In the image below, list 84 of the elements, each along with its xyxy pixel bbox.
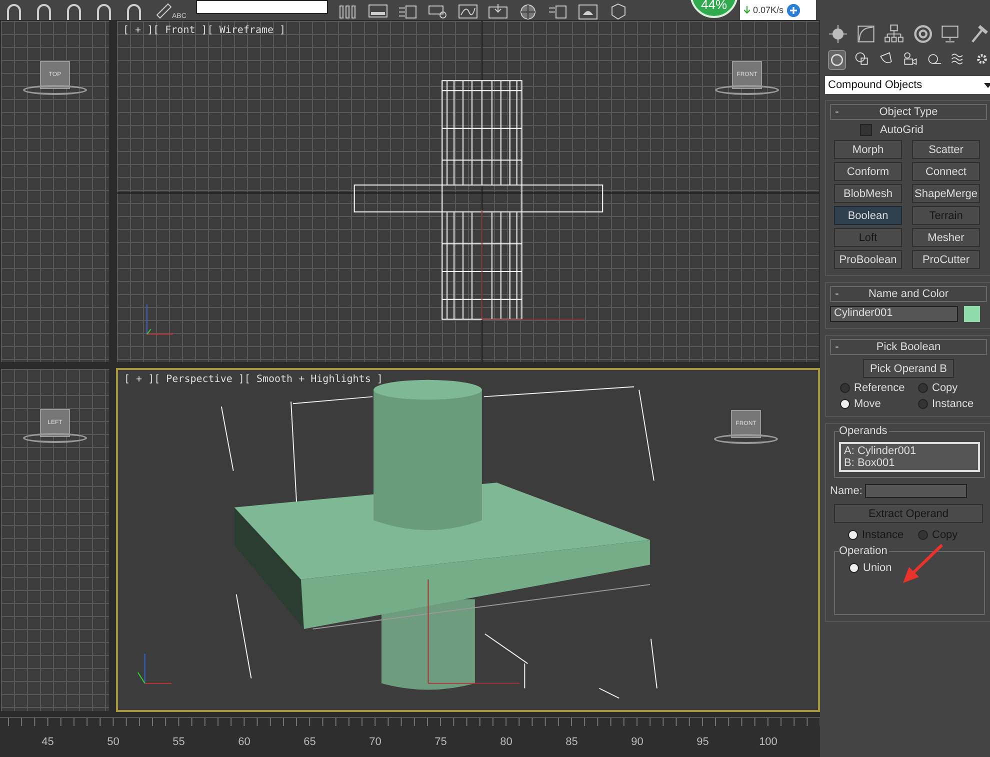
magnet-icon[interactable] <box>94 3 114 20</box>
operands-list[interactable]: A: Cylinder001 B: Box001 <box>839 442 980 472</box>
rings-icon[interactable] <box>912 24 932 44</box>
viewport-label[interactable]: [ + ][ Perspective ][ Smooth + Highlights ] <box>124 374 383 385</box>
pick-operand-button[interactable]: Pick Operand B <box>862 359 954 378</box>
rollout-header[interactable]: - Name and Color <box>830 286 987 302</box>
ruler-label: 85 <box>564 736 579 750</box>
viewport-label[interactable]: [ + ][ Front ][ Wireframe ] <box>123 25 286 36</box>
list-icon[interactable] <box>548 3 568 20</box>
list-item[interactable]: A: Cylinder001 <box>844 445 975 457</box>
list-icon[interactable] <box>398 3 418 20</box>
ruler-label: 75 <box>434 736 448 750</box>
checker-sphere-icon[interactable] <box>518 3 538 20</box>
ruler-label: 90 <box>630 736 644 750</box>
magnet-icon[interactable] <box>4 3 24 20</box>
monitor-icon[interactable] <box>940 24 960 44</box>
category-dropdown[interactable]: Compound Objects <box>825 76 990 94</box>
percent-badge: 44% <box>690 0 738 18</box>
graph-icon[interactable] <box>458 3 478 20</box>
caret-icon <box>984 82 990 88</box>
radio-option[interactable]: Copy <box>918 382 988 394</box>
viewcube-ring[interactable] <box>714 434 778 444</box>
viewcube-ring[interactable] <box>23 433 87 443</box>
radio-dot[interactable] <box>848 530 858 540</box>
name-field[interactable]: Cylinder001 <box>830 306 958 322</box>
ruler-label: 70 <box>368 736 382 750</box>
object-type-button[interactable]: Connect <box>912 162 980 181</box>
object-type-button[interactable]: ShapeMerge <box>912 184 980 203</box>
radio-option[interactable]: Union <box>849 562 927 574</box>
selection-set-field[interactable] <box>196 0 328 14</box>
magnet-icon[interactable] <box>124 3 144 20</box>
ruler-label: 55 <box>172 736 186 750</box>
object-type-button[interactable]: ProBoolean <box>834 250 902 269</box>
viewcube-ring[interactable] <box>715 85 779 95</box>
object-type-button[interactable]: Conform <box>834 162 902 181</box>
field-label: Name: <box>830 485 862 497</box>
checkbox[interactable] <box>860 124 872 136</box>
radio-option[interactable]: Reference <box>840 382 918 394</box>
group-title: Operands <box>839 425 890 437</box>
radio-dot[interactable] <box>918 383 928 393</box>
name-field[interactable] <box>865 484 968 498</box>
color-swatch[interactable] <box>964 306 980 322</box>
object-type-button[interactable]: BlobMesh <box>834 184 902 203</box>
object-type-button[interactable]: Scatter <box>912 140 980 159</box>
plus-icon[interactable] <box>786 4 800 16</box>
speed-text: 0.07K/s <box>753 5 784 15</box>
object-type-button[interactable]: Mesher <box>912 228 980 247</box>
tray-icon[interactable] <box>488 3 508 20</box>
object-type-button[interactable]: Morph <box>834 140 902 159</box>
axis-tripod-icon <box>137 653 172 684</box>
down-arrow-icon <box>744 6 750 14</box>
radio-dot[interactable] <box>840 399 850 409</box>
rollout-header[interactable]: - Pick Boolean <box>830 339 987 355</box>
ruler-label: 80 <box>499 736 514 750</box>
ruler-label: 60 <box>237 736 252 750</box>
magnet-icon[interactable] <box>64 3 84 20</box>
ruler-label: 100 <box>758 736 778 750</box>
magnet-icon[interactable] <box>34 3 54 20</box>
pencil-icon[interactable] <box>154 3 174 20</box>
curve-icon[interactable] <box>856 24 876 44</box>
camera-icon[interactable] <box>902 50 918 68</box>
radio-dot[interactable] <box>840 383 850 393</box>
radio-dot[interactable] <box>849 563 859 573</box>
radio-option[interactable]: Instance <box>918 398 988 410</box>
shapes-icon[interactable] <box>854 50 870 68</box>
bars-icon[interactable] <box>338 3 358 20</box>
object-type-button[interactable]: Boolean <box>834 206 902 225</box>
radio-dot[interactable] <box>918 530 928 540</box>
ruler-label: 45 <box>40 736 55 750</box>
radio-dot[interactable] <box>918 399 928 409</box>
viewcube-ring[interactable] <box>23 85 87 95</box>
rollout-header[interactable]: - Object Type <box>830 104 987 120</box>
list-item[interactable]: B: Box001 <box>844 457 975 469</box>
object-type-button[interactable]: ProCutter <box>912 250 980 269</box>
checkbox-label: AutoGrid <box>880 124 924 136</box>
ruler-label: 95 <box>696 736 710 750</box>
window-icon[interactable] <box>368 3 388 20</box>
ruler-label: 65 <box>302 736 317 750</box>
group-title: Operation <box>839 545 890 557</box>
axis-tripod-icon <box>146 304 174 335</box>
hierarchy-icon[interactable] <box>884 24 904 44</box>
sun-icon[interactable] <box>828 24 848 44</box>
ruler-label: 50 <box>106 736 120 750</box>
radio-option[interactable]: Move <box>840 398 918 410</box>
